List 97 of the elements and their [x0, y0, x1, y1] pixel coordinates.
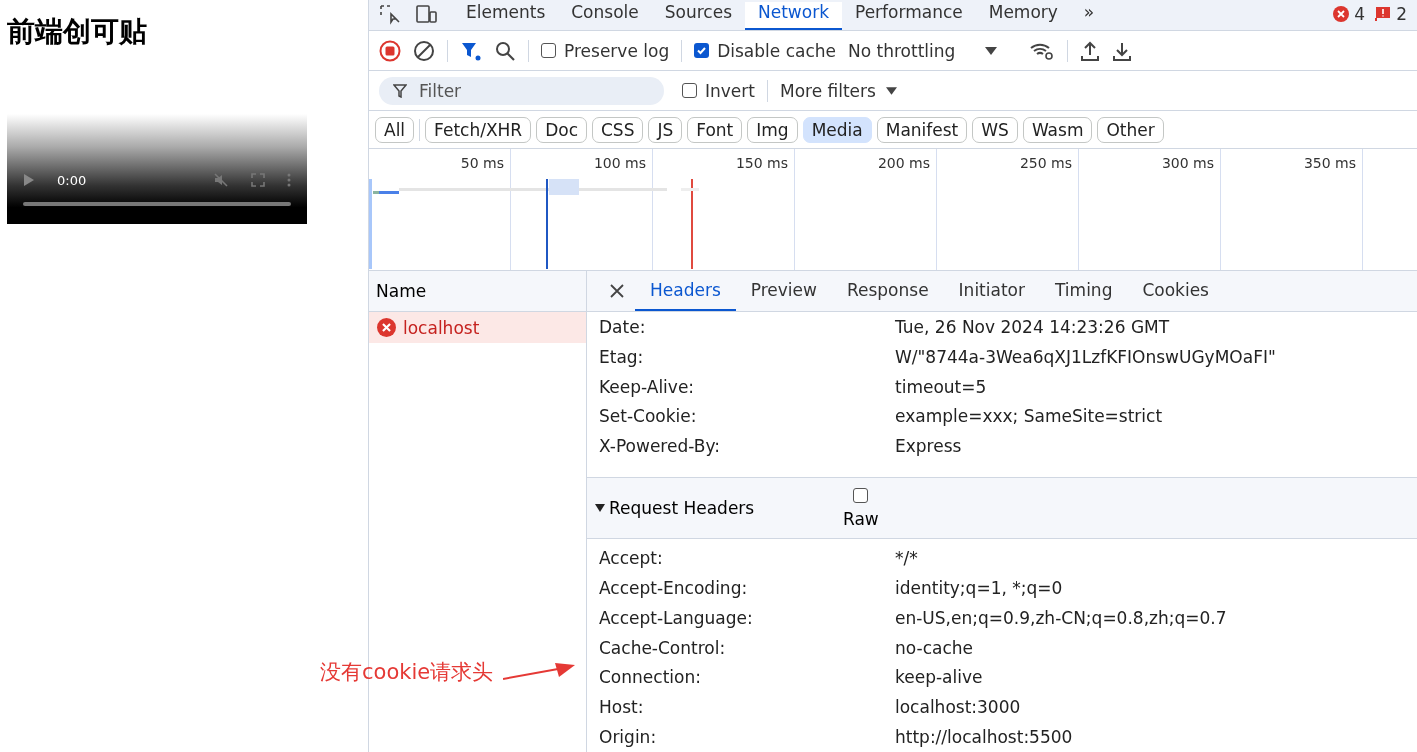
annotation-text: 没有cookie请求头 [320, 659, 494, 686]
header-value: localhost:3000 [895, 697, 1022, 718]
type-filter-chip[interactable]: Img [747, 116, 798, 143]
request-name: localhost [403, 317, 480, 338]
checkbox-label: Raw [843, 508, 879, 529]
type-filter-chip[interactable]: Other [1097, 116, 1164, 143]
time-tick-label: 200 ms [877, 155, 930, 173]
request-row[interactable]: localhost [369, 312, 586, 343]
header-name: Accept-Encoding: [599, 577, 749, 598]
type-filter-chip[interactable]: Media [802, 116, 872, 143]
type-filter-chip[interactable]: JS [648, 116, 683, 143]
type-filter-chip[interactable]: Font [687, 116, 743, 143]
checkbox[interactable] [694, 43, 710, 58]
record-stop-icon[interactable] [379, 39, 401, 62]
fullscreen-icon[interactable] [251, 173, 265, 187]
close-icon [609, 282, 625, 299]
inspect-icon[interactable] [379, 4, 401, 26]
type-filter-chip[interactable]: Manifest [876, 116, 968, 143]
checkbox-label: Invert [705, 80, 755, 101]
play-icon[interactable] [23, 173, 35, 187]
panel-tab[interactable]: Memory [975, 2, 1071, 30]
detail-tab[interactable]: Initiator [943, 271, 1040, 311]
panel-tab[interactable]: Performance [842, 2, 976, 30]
header-value: */* [895, 547, 919, 568]
header-name: X-Powered-By: [599, 436, 721, 457]
error-icon [377, 318, 396, 337]
detail-tab[interactable]: Preview [735, 271, 832, 311]
header-name: Host: [599, 697, 645, 718]
header-value: identity;q=1, *;q=0 [895, 577, 1064, 598]
video-time: 0:00 [57, 172, 88, 188]
panel-tab[interactable]: Console [558, 2, 652, 30]
header-name: Accept-Language: [599, 607, 754, 628]
panel-tab[interactable]: Sources [651, 2, 745, 30]
checkbox[interactable] [541, 43, 556, 58]
checkbox[interactable] [682, 83, 697, 98]
error-icon [1333, 6, 1350, 22]
progress-track[interactable] [23, 202, 291, 206]
time-tick-label: 100 ms [593, 155, 646, 173]
upload-icon[interactable] [1080, 39, 1101, 62]
more-filters-dropdown[interactable]: More filters [779, 80, 897, 101]
more-tabs-button[interactable]: » [1070, 2, 1108, 30]
header-value: keep-alive [895, 667, 984, 688]
clear-icon[interactable] [413, 39, 435, 62]
header-value: timeout=5 [895, 376, 988, 397]
header-value: no-cache [895, 637, 974, 658]
page-title: 前端创可贴 [7, 14, 148, 50]
search-icon[interactable] [494, 39, 516, 62]
header-value: Tue, 26 Nov 2024 14:23:26 GMT [895, 316, 1171, 337]
header-name: Etag: [599, 346, 645, 367]
header-value: http://localhost:5500 [895, 727, 1074, 748]
header-value: example=xxx; SameSite=strict [895, 406, 1164, 427]
detail-tab[interactable]: Timing [1040, 271, 1128, 311]
detail-tab[interactable]: Cookies [1127, 271, 1224, 311]
header-name: Keep-Alive: [599, 376, 696, 397]
header-name: Set-Cookie: [599, 406, 698, 427]
type-filter-chip[interactable]: CSS [592, 116, 644, 143]
issue-flag-icon [1375, 6, 1392, 22]
time-tick-label: 300 ms [1161, 155, 1214, 173]
detail-tab[interactable]: Headers [635, 271, 736, 311]
header-name: Date: [599, 316, 647, 337]
name-column-header[interactable]: Name [369, 271, 586, 312]
header-value: Express [895, 436, 963, 457]
checkbox-label: Preserve log [564, 40, 670, 61]
time-tick-label: 250 ms [1019, 155, 1072, 173]
type-filter-chip[interactable]: All [375, 116, 415, 143]
funnel-icon [393, 83, 407, 98]
request-headers-toggle[interactable]: Request Headers [595, 498, 843, 519]
more-icon[interactable] [287, 173, 291, 187]
type-filter-chip[interactable]: Wasm [1022, 116, 1093, 143]
throttling-select[interactable]: No throttling [848, 40, 998, 61]
type-filter-chip[interactable]: Doc [536, 116, 587, 143]
header-name: Origin: [599, 727, 658, 748]
time-tick-label: 350 ms [1303, 155, 1356, 173]
header-name: Accept: [599, 547, 664, 568]
panel-tab[interactable]: Network [745, 2, 842, 30]
panel-tab[interactable]: Elements [453, 2, 559, 30]
header-value: en-US,en;q=0.9,zh-CN;q=0.8,zh;q=0.7 [895, 607, 1228, 628]
header-name: Connection: [599, 667, 702, 688]
muted-speaker-icon[interactable] [213, 172, 229, 188]
dropdown-caret-icon [885, 86, 897, 95]
issue-count[interactable]: 2 [1396, 4, 1407, 24]
type-filter-chip[interactable]: WS [972, 116, 1018, 143]
filter-field[interactable]: Filter [379, 76, 664, 105]
checkbox[interactable] [853, 487, 869, 503]
dropdown-caret-icon [985, 46, 998, 55]
triangle-icon [595, 503, 605, 514]
checkbox-label: Disable cache [717, 40, 836, 61]
time-tick-label: 150 ms [735, 155, 788, 173]
device-icon[interactable] [415, 4, 439, 26]
header-name: Cache-Control: [599, 637, 727, 658]
type-filter-chip[interactable]: Fetch/XHR [425, 116, 532, 143]
time-tick-label: 50 ms [460, 155, 504, 173]
header-value: W/"8744a-3Wea6qXJ1LzfKFIOnswUGyMOaFI" [895, 346, 1277, 367]
checkmark-icon [696, 45, 708, 56]
detail-tab[interactable]: Response [831, 271, 944, 311]
video-player[interactable]: 0:00 [7, 114, 307, 224]
error-count[interactable]: 4 [1354, 4, 1366, 24]
